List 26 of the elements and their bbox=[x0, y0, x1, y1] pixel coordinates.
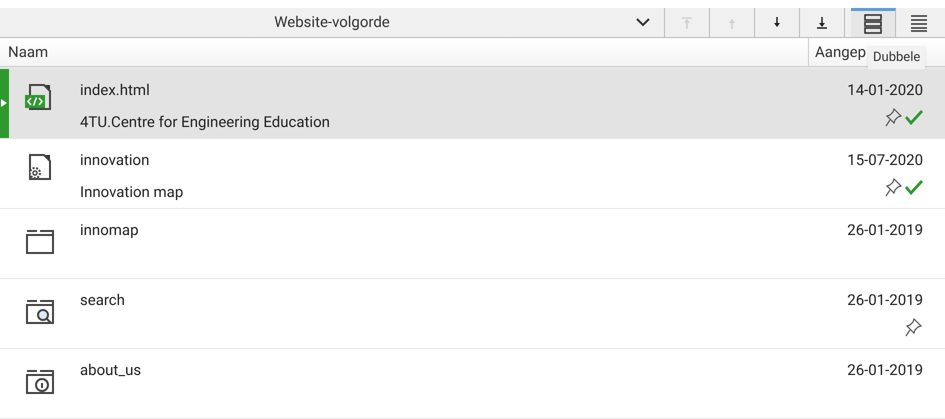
sort-dropdown[interactable]: Website-volgorde bbox=[0, 8, 665, 38]
tooltip: Dubbele bbox=[868, 46, 926, 70]
stacked-rows-icon bbox=[864, 14, 882, 34]
file-name: innovation bbox=[80, 150, 150, 171]
page-title: Innovation map bbox=[80, 182, 184, 204]
modified-date: 26-01-2019 bbox=[847, 290, 923, 311]
file-name: about_us bbox=[80, 360, 142, 381]
list-lines-icon bbox=[910, 14, 928, 32]
view-mode-button[interactable] bbox=[851, 8, 896, 38]
checkmark-icon bbox=[905, 179, 923, 196]
checkmark-icon bbox=[905, 109, 923, 126]
pin-icon bbox=[885, 107, 903, 128]
modified-date: 15-07-2020 bbox=[847, 150, 923, 171]
file-name: index.html bbox=[80, 80, 151, 101]
modified-date: 26-01-2019 bbox=[847, 220, 923, 241]
modified-date: 14-01-2020 bbox=[847, 80, 923, 101]
modified-date: 26-01-2019 bbox=[847, 360, 923, 381]
file-name: innomap bbox=[80, 220, 140, 241]
page-title: 4TU.Centre for Engineering Education bbox=[80, 112, 331, 134]
chevron-down-icon bbox=[636, 18, 650, 28]
file-name: search bbox=[80, 290, 126, 311]
triangle-right-icon bbox=[1, 99, 7, 108]
column-heading[interactable]: Naam bbox=[0, 38, 808, 66]
file-row[interactable]: index.html 4TU.Centre for Engineering Education 14-01-2020 bbox=[0, 68, 945, 139]
pin-icon bbox=[905, 317, 923, 338]
pin-icon bbox=[885, 177, 903, 198]
